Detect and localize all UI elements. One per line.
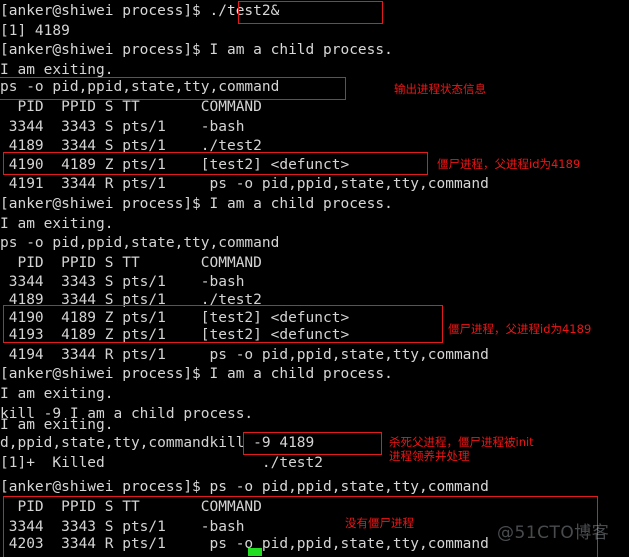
terminal-line: PID PPID S TT COMMAND xyxy=(0,254,262,271)
terminal-line: [anker@shiwei process]$ ps -o pid,ppid,s… xyxy=(0,479,489,495)
terminal-line: 3344 3343 S pts/1 -bash xyxy=(0,518,245,535)
terminal-line: [anker@shiwei process]$ ./test2& xyxy=(0,3,280,19)
terminal-line: [anker@shiwei process]$ I am a child pro… xyxy=(0,42,393,59)
terminal-line: I am exiting. xyxy=(0,416,114,433)
terminal-line: d,ppid,state,tty,commandkill -9 4189 xyxy=(0,435,315,451)
annotation-zombie-parent-2: 僵尸进程，父进程id为4189 xyxy=(448,322,592,336)
terminal-window[interactable]: [anker@shiwei process]$ ./test2& [1] 418… xyxy=(0,0,629,557)
watermark: @51CTO博客 xyxy=(497,523,610,543)
terminal-line: ps -o pid,ppid,state,tty,command xyxy=(0,235,280,252)
terminal-line: [anker@shiwei process]$ I am a child pro… xyxy=(0,196,393,212)
terminal-line: ps -o pid,ppid,state,tty,command xyxy=(0,79,280,96)
terminal-line: 4203 3344 R pts/1 ps -o pid,ppid,state,t… xyxy=(0,536,489,553)
terminal-line: 4194 3344 R pts/1 ps -o pid,ppid,state,t… xyxy=(0,346,489,363)
terminal-line: PID PPID S TT COMMAND xyxy=(0,99,262,115)
terminal-line: 4190 4189 Z pts/1 [test2] <defunct> xyxy=(0,156,350,173)
terminal-line: 3344 3343 S pts/1 -bash xyxy=(0,118,245,135)
annotation-output-process-state: 输出进程状态信息 xyxy=(394,82,486,96)
terminal-line: I am exiting. xyxy=(0,386,114,402)
terminal-line: 4193 4189 Z pts/1 [test2] <defunct> xyxy=(0,327,350,344)
terminal-line: I am exiting. xyxy=(0,215,114,232)
terminal-line: PID PPID S TT COMMAND xyxy=(0,499,262,515)
terminal-line: 4191 3344 R pts/1 ps -o pid,ppid,state,t… xyxy=(0,176,489,193)
annotation-zombie-parent-1: 僵尸进程，父进程id为4189 xyxy=(437,157,581,171)
terminal-cursor xyxy=(248,548,262,556)
terminal-line: [1] 4189 xyxy=(0,22,70,39)
terminal-line: 4189 3344 S pts/1 ./test2 xyxy=(0,138,262,155)
annotation-no-zombies: 没有僵尸进程 xyxy=(345,516,414,530)
terminal-line: [anker@shiwei process]$ I am a child pro… xyxy=(0,366,393,383)
annotation-kill-parent: 杀死父进程，僵尸进程被init进程领养并处理 xyxy=(389,435,534,463)
terminal-line: [1]+ Killed ./test2 xyxy=(0,454,324,471)
